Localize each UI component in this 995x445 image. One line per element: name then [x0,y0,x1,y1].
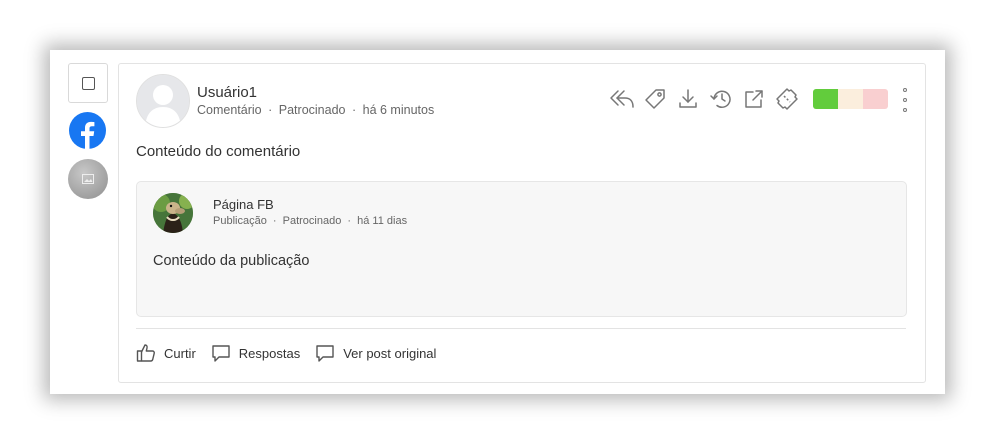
post-sponsored-label: Patrocinado [282,215,342,227]
post-time: há 11 dias [357,215,408,227]
post-type: Publicação [213,215,267,227]
user-name[interactable]: Usuário1 [197,84,257,101]
sentiment-negative[interactable] [863,89,888,109]
comment-text: Conteúdo do comentário [136,143,301,160]
separator: · [351,103,357,117]
sentiment-selector [813,89,888,109]
tag-icon[interactable] [642,86,668,112]
separator: · [272,215,277,227]
replies-label: Respostas [238,345,301,361]
comment-icon [212,345,230,362]
page-avatar[interactable] [153,193,193,233]
dot [903,88,907,92]
separator: · [268,103,273,117]
post-text: Conteúdo da publicação [153,253,310,269]
thumbs-up-icon [136,344,155,362]
action-toolbar [609,86,807,112]
more-options-icon[interactable] [900,88,910,112]
sentiment-neutral[interactable] [838,89,863,109]
post-meta: Publicação · Patrocinado · há 11 dias [213,215,407,227]
like-label: Curtir [164,345,196,361]
user-avatar[interactable] [136,74,190,128]
divider [136,328,906,329]
comment-card: Usuário1 Comentário · Patrocinado · há 6… [118,63,926,383]
original-post-card: Página FB Publicação · Patrocinado · há … [136,181,907,317]
account-avatar[interactable] [68,159,108,199]
external-link-icon[interactable] [741,86,767,112]
history-icon[interactable] [708,86,734,112]
view-original-label: Ver post original [343,345,437,361]
download-icon[interactable] [675,86,701,112]
sponsored-label: Patrocinado [278,103,346,117]
ticket-icon[interactable] [774,86,800,112]
view-original-button[interactable]: Ver post original [315,343,436,363]
sentiment-positive[interactable] [813,89,838,109]
separator: · [347,215,352,227]
select-checkbox[interactable] [68,63,108,103]
dot [903,98,907,102]
comment-icon [316,345,334,362]
like-button[interactable]: Curtir [136,343,196,363]
comment-type: Comentário [197,103,262,117]
comment-time: há 6 minutos [362,103,435,117]
image-placeholder-icon [82,174,94,184]
facebook-icon [69,112,106,149]
reply-icon[interactable] [609,86,635,112]
comment-meta: Comentário · Patrocinado · há 6 minutos [197,103,434,117]
page-name[interactable]: Página FB [213,197,274,212]
footer-actions: Curtir Respostas Ver post original [136,343,451,363]
checkbox-square [81,76,95,90]
replies-button[interactable]: Respostas [211,343,300,363]
dot [903,108,907,112]
